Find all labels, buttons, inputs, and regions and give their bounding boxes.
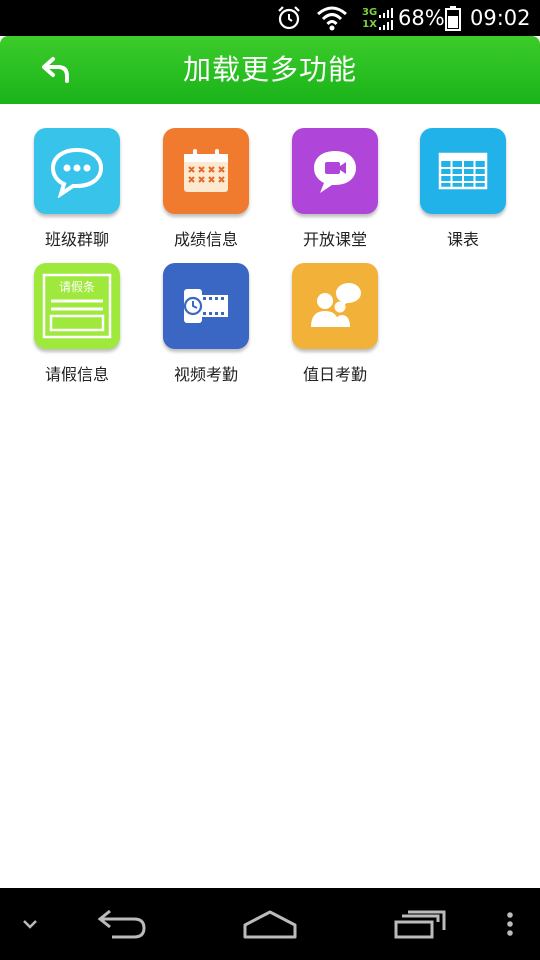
feature-video-attendance[interactable]: 视频考勤 <box>146 263 266 393</box>
chat-bubble-icon <box>34 128 120 214</box>
back-arrow-icon <box>42 57 69 83</box>
video-chat-icon <box>292 128 378 214</box>
collapse-icon[interactable] <box>10 888 50 960</box>
battery-percent: 68% <box>398 6 445 30</box>
signal-icon: 3G 1X <box>362 0 394 36</box>
leave-note-icon: 请假条 <box>34 263 120 349</box>
back-icon[interactable] <box>85 888 155 960</box>
feature-label: 值日考勤 <box>302 365 367 384</box>
feature-duty-attendance[interactable]: 值日考勤 <box>275 263 395 393</box>
feature-open-class[interactable]: 开放课堂 <box>275 128 395 258</box>
recent-apps-icon[interactable] <box>385 888 455 960</box>
feature-leave-info[interactable]: 请假条 请假信息 <box>17 263 137 393</box>
feature-label: 成绩信息 <box>173 230 238 249</box>
feature-timetable[interactable]: 课表 <box>403 128 523 258</box>
timetable-icon <box>420 128 506 214</box>
feature-class-chat[interactable]: 班级群聊 <box>17 128 137 258</box>
home-icon[interactable] <box>235 888 305 960</box>
feature-label: 课表 <box>446 230 479 249</box>
feature-label: 班级群聊 <box>44 230 109 249</box>
alarm-icon <box>276 0 302 36</box>
navigation-bar <box>0 888 540 960</box>
wifi-icon <box>316 0 348 36</box>
people-speech-icon <box>292 263 378 349</box>
menu-icon[interactable] <box>495 888 525 960</box>
title-bar: 加载更多功能 <box>0 36 540 104</box>
calendar-icon <box>163 128 249 214</box>
feature-label: 开放课堂 <box>302 230 367 249</box>
feature-label: 视频考勤 <box>173 365 238 384</box>
status-bar: 3G 1X 68% 09:02 <box>0 0 540 36</box>
feature-label: 请假信息 <box>44 365 109 384</box>
leave-note-text: 请假条 <box>59 280 95 294</box>
feature-grades[interactable]: 成绩信息 <box>146 128 266 258</box>
back-button[interactable] <box>28 48 84 92</box>
battery-icon <box>445 0 461 36</box>
clock: 09:02 <box>470 6 531 30</box>
film-clock-icon <box>163 263 249 349</box>
